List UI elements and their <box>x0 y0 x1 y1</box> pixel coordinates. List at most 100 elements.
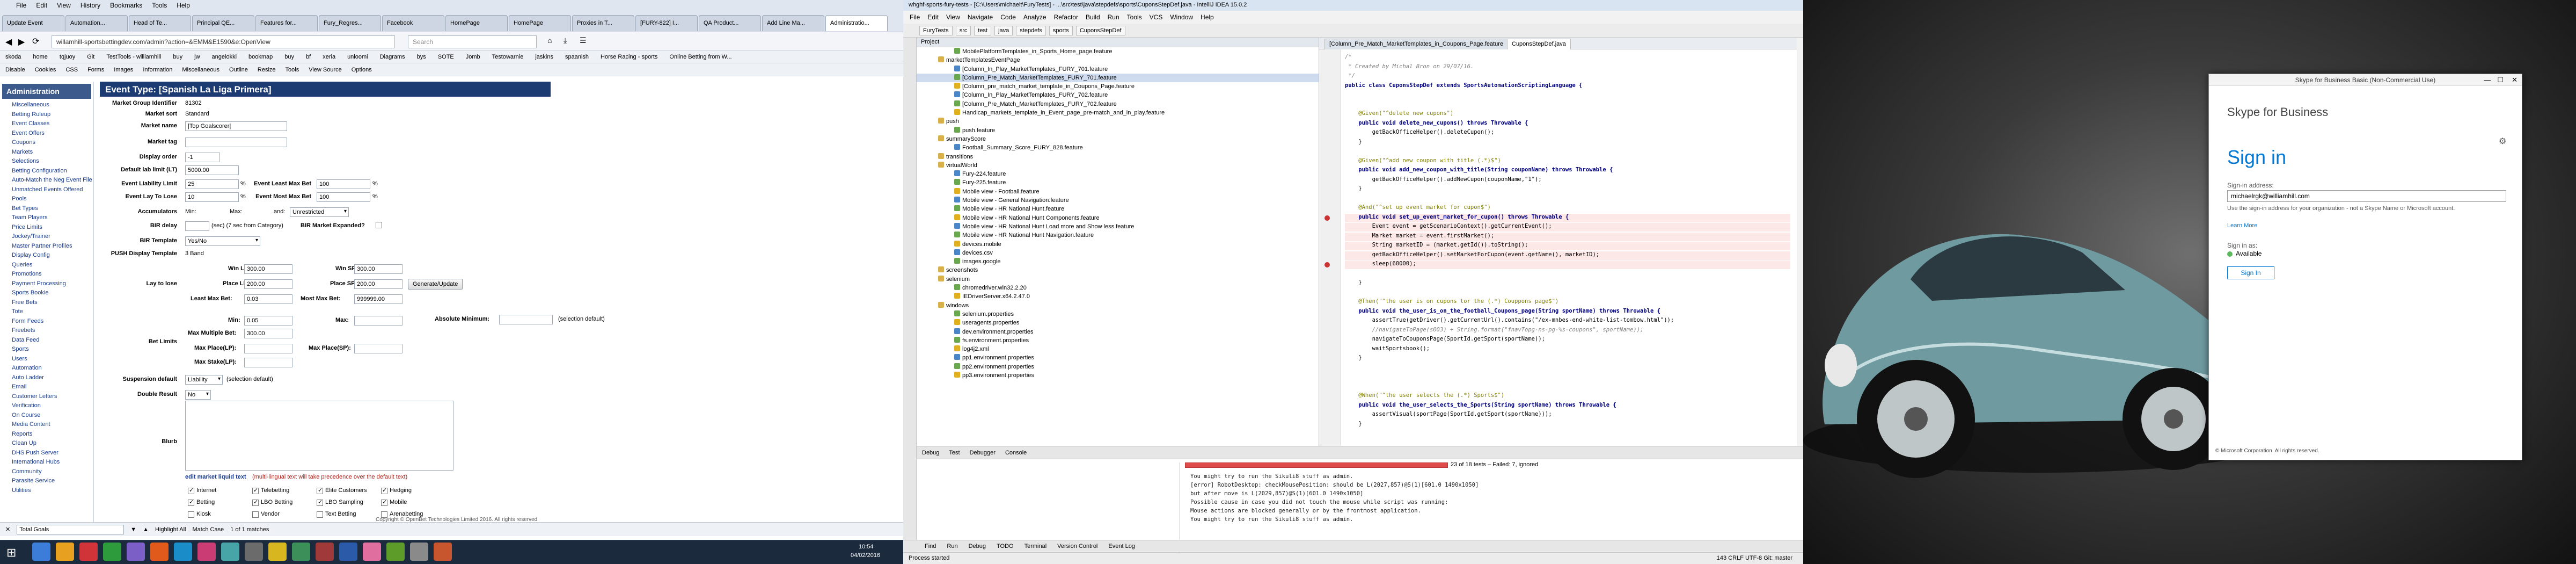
tree-file[interactable]: push.feature <box>917 126 1319 135</box>
channel-checkbox[interactable] <box>252 487 259 494</box>
taskbar-app-icon[interactable] <box>221 543 239 561</box>
taskbar-app-icon[interactable] <box>386 543 405 561</box>
menu-icon[interactable]: ☰ <box>580 36 587 45</box>
taskbar-app-icon[interactable] <box>410 543 428 561</box>
sidebar-item[interactable]: Master Partner Profiles <box>0 242 93 252</box>
bookmark-link[interactable]: SOTE <box>438 54 454 60</box>
tree-folder[interactable]: virtualWorld <box>917 161 1319 170</box>
most-max-bet-input[interactable]: 999999.00 <box>354 294 402 304</box>
taskbar-app-icon[interactable] <box>363 543 381 561</box>
bookmark-link[interactable]: bookmap <box>248 54 273 60</box>
display-order-input[interactable]: -1 <box>185 153 220 162</box>
minimize-icon[interactable]: — <box>2484 76 2491 84</box>
tree-folder[interactable]: selenium <box>917 275 1319 284</box>
tree-file[interactable]: [Column_In_Play_MarketTemplates_FURY_702… <box>917 91 1319 99</box>
taskbar-app-icon[interactable] <box>174 543 192 561</box>
tree-file[interactable]: MobilePlatformTemplates_in_Sports_Home_p… <box>917 47 1319 56</box>
tree-file[interactable]: Mobile view - HR National Hunt Load more… <box>917 222 1319 231</box>
bir-delay-input[interactable] <box>185 221 209 231</box>
tree-file[interactable]: fs.environment.properties <box>917 336 1319 345</box>
tree-file[interactable]: Football_Summary_Score_FURY_828.feature <box>917 143 1319 152</box>
bookmark-link[interactable]: Git <box>87 54 94 60</box>
event-most-max-bet-input[interactable]: 100 <box>317 192 370 202</box>
windows-start-icon[interactable]: ⊞ <box>6 546 16 560</box>
win-sp-input[interactable]: 300.00 <box>354 264 402 274</box>
browser-tab[interactable]: Update Event <box>2 15 64 31</box>
bookmark-link[interactable]: Jomb <box>466 54 480 60</box>
sign-in-as-select[interactable]: Available <box>2236 250 2262 257</box>
tree-file[interactable]: Mobile view - HR National Hunt Navigatio… <box>917 231 1319 240</box>
browser-tab[interactable]: HomePage <box>509 15 571 31</box>
tree-file[interactable]: devices.csv <box>917 249 1319 257</box>
close-icon[interactable]: ✕ <box>2512 76 2518 84</box>
sidebar-item[interactable]: On Course <box>0 411 93 421</box>
tool-window-tab[interactable]: Terminal <box>1024 543 1047 549</box>
sidebar-item[interactable]: Jockey/Trainer <box>0 233 93 242</box>
place-sp-input[interactable]: 200.00 <box>354 279 402 289</box>
tree-file[interactable]: IEDriverServer.x64.2.47.0 <box>917 292 1319 301</box>
suspension-default-select[interactable]: Liability <box>185 375 223 385</box>
tree-file[interactable]: devices.mobile <box>917 240 1319 249</box>
breadcrumb-item[interactable]: sports <box>1049 25 1073 35</box>
taskbar-app-icon[interactable] <box>103 543 121 561</box>
find-next-icon[interactable]: ▼ <box>130 526 136 533</box>
webdev-toolbar-item[interactable]: Tools <box>286 67 299 73</box>
place-lp-input[interactable]: 200.00 <box>244 279 292 289</box>
breadcrumb-item[interactable]: java <box>994 25 1013 35</box>
bookmark-link[interactable]: Online Betting from W... <box>669 54 731 60</box>
browser-tab[interactable]: Add Line Ma... <box>762 15 824 31</box>
tree-file[interactable]: pp1.environment.properties <box>917 353 1319 362</box>
editor-tab[interactable]: CuponsStepDef.java <box>1507 39 1571 49</box>
sidebar-item[interactable]: Free Bets <box>0 299 93 308</box>
bookmark-link[interactable]: spaanish <box>565 54 589 60</box>
channel-checkbox[interactable] <box>188 498 194 506</box>
edit-market-text-link[interactable]: edit market liquid text <box>185 474 246 480</box>
browser-tab[interactable]: Automation... <box>65 15 128 31</box>
bookmark-link[interactable]: xeria <box>323 54 335 60</box>
tree-file[interactable]: [Column_In_Play_MarketTemplates_FURY_701… <box>917 65 1319 74</box>
tool-window-tab[interactable]: Find <box>925 543 936 549</box>
address-input[interactable]: michaelrgk@williamhill.com <box>2227 190 2506 202</box>
webdev-toolbar-item[interactable]: Information <box>143 67 172 73</box>
ide-menu-item[interactable]: Build <box>1086 13 1100 21</box>
tree-file[interactable]: pp3.environment.properties <box>917 371 1319 380</box>
event-least-max-bet-input[interactable]: 100 <box>317 179 370 189</box>
find-input[interactable]: Total Goals <box>17 524 125 534</box>
tool-window-tab[interactable]: TODO <box>997 543 1014 549</box>
sidebar-item[interactable]: Event Offers <box>0 129 93 139</box>
menu-item-history[interactable]: History <box>80 2 100 9</box>
webdev-toolbar-item[interactable]: Miscellaneous <box>182 67 219 73</box>
tool-window-tab[interactable]: Event Log <box>1108 543 1135 549</box>
sidebar-item[interactable]: Tote <box>0 308 93 317</box>
sidebar-item[interactable]: Customer Letters <box>0 393 93 402</box>
blurb-textarea[interactable] <box>185 401 453 471</box>
sidebar-item[interactable]: Sports <box>0 345 93 355</box>
tree-file[interactable]: chromedriver.win32.2.20 <box>917 284 1319 292</box>
breadcrumb-item[interactable]: CuponsStepDef <box>1075 25 1125 35</box>
taskbar-app-icon[interactable] <box>79 543 98 561</box>
taskbar-app-icon[interactable] <box>32 543 50 561</box>
bookmark-link[interactable]: Horse Racing - sports <box>601 54 657 60</box>
tree-file[interactable]: Mobile view - General Navigation.feature <box>917 196 1319 205</box>
max-place-lp-input[interactable] <box>244 344 292 353</box>
breakpoint-icon[interactable] <box>1324 215 1330 221</box>
channel-checkbox[interactable] <box>317 487 323 494</box>
highlight-all-button[interactable]: Highlight All <box>155 526 186 533</box>
bir-market-expanded-checkbox[interactable] <box>376 222 382 228</box>
sidebar-item[interactable]: Sports Bookie <box>0 289 93 299</box>
sidebar-item[interactable]: Promotions <box>0 270 93 280</box>
browser-tab[interactable]: Head of Te... <box>129 15 191 31</box>
tree-folder[interactable]: windows <box>917 301 1319 310</box>
tree-file[interactable]: [Column_pre_match_market_template_in_Cou… <box>917 82 1319 91</box>
taskbar-app-icon[interactable] <box>56 543 74 561</box>
sidebar-item[interactable]: Verification <box>0 402 93 411</box>
sidebar-item[interactable]: Price Limits <box>0 223 93 233</box>
tree-file[interactable]: Fury-225.feature <box>917 178 1319 187</box>
debug-tab[interactable]: Debug <box>922 450 939 456</box>
browser-tab[interactable]: Facebook <box>382 15 444 31</box>
clock-time[interactable]: 10:54 <box>859 544 874 550</box>
webdev-toolbar-item[interactable]: CSS <box>65 67 78 73</box>
max-multiple-bet-input[interactable]: 300.00 <box>244 329 292 338</box>
bookmark-link[interactable]: jw <box>194 54 200 60</box>
taskbar-app-icon[interactable] <box>292 543 310 561</box>
